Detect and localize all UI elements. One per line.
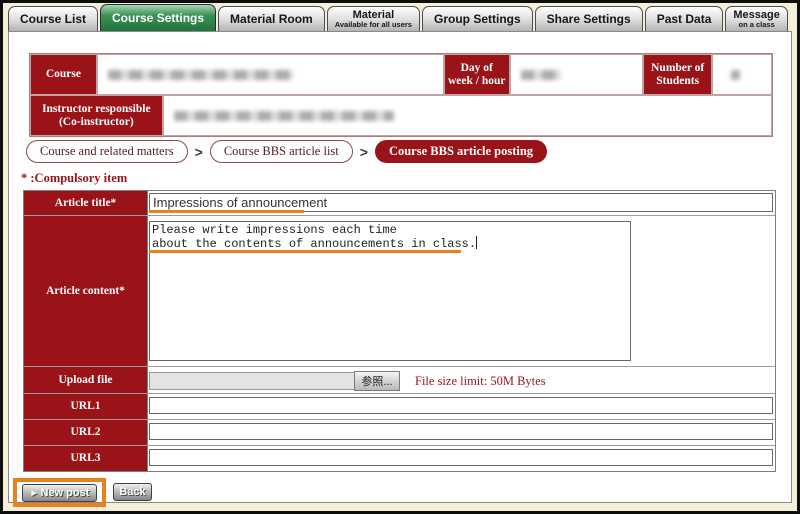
url3-label: URL3: [24, 446, 148, 471]
upload-file-label: Upload file: [24, 367, 148, 393]
instructor-label-cell: Instructor responsible (Co-instructor): [30, 95, 163, 136]
tab-label: Course Settings: [112, 12, 204, 24]
url1-input[interactable]: [149, 397, 773, 414]
url3-field-cell: [148, 446, 775, 471]
tab-label: Group Settings: [434, 13, 521, 25]
course-value-cell: [97, 54, 444, 95]
url2-input[interactable]: [149, 423, 773, 440]
breadcrumb-separator: >: [195, 144, 203, 160]
course-info-row-1: Course Day of week / hour Number of Stud…: [30, 54, 772, 95]
students-count-redacted: [731, 70, 740, 80]
url2-label: URL2: [24, 420, 148, 445]
tab-course-list[interactable]: Course List: [8, 6, 98, 31]
annotation-underline-content: [149, 250, 461, 253]
upload-file-field-cell: 参照... File size limit: 50M Bytes: [148, 367, 775, 393]
tab-group-settings[interactable]: Group Settings: [422, 6, 533, 31]
text-cursor: [476, 236, 477, 249]
instructor-value-cell: [163, 95, 772, 136]
article-content-textarea[interactable]: Please write impressions each time about…: [149, 221, 631, 361]
new-post-button-label: New post: [41, 487, 90, 499]
tab-label: Material Room: [230, 13, 313, 25]
students-label-cell: Number of Students: [643, 54, 712, 95]
tab-label: Share Settings: [547, 13, 631, 25]
file-input-group: 参照... File size limit: 50M Bytes: [149, 371, 775, 391]
article-posting-form: Article title* Article content* Please w…: [23, 190, 776, 472]
url1-label: URL1: [24, 394, 148, 419]
tab-label: Past Data: [657, 13, 712, 25]
url2-field-cell: [148, 420, 775, 445]
breadcrumb-course-bbs-article-list[interactable]: Course BBS article list: [210, 140, 353, 163]
tab-material[interactable]: Material Available for all users: [327, 6, 420, 31]
day-of-week-redacted: [521, 70, 561, 80]
day-of-week-value-cell: [510, 54, 644, 95]
article-content-row: Article content* Please write impression…: [24, 215, 775, 366]
annotation-highlight-box: ► New post: [13, 478, 106, 507]
tab-bar: Course List Course Settings Material Roo…: [8, 4, 790, 31]
tab-past-data[interactable]: Past Data: [645, 6, 724, 31]
tab-label: Course List: [20, 13, 86, 25]
breadcrumb-course-bbs-article-posting: Course BBS article posting: [375, 140, 547, 163]
article-content-label: Article content*: [24, 216, 148, 366]
breadcrumb-course-and-related-matters[interactable]: Course and related matters: [26, 140, 188, 163]
file-path-field[interactable]: [149, 372, 355, 390]
students-value-cell: [712, 54, 772, 95]
url2-row: URL2: [24, 419, 775, 445]
compulsory-note: * :Compulsory item: [21, 171, 127, 186]
url1-field-cell: [148, 394, 775, 419]
day-of-week-label-cell: Day of week / hour: [444, 54, 510, 95]
breadcrumb-separator: >: [360, 144, 368, 160]
annotation-underline-title: [149, 210, 304, 213]
course-info-table: Course Day of week / hour Number of Stud…: [29, 53, 773, 137]
content-panel: Course Day of week / hour Number of Stud…: [8, 31, 792, 503]
url3-row: URL3: [24, 445, 775, 471]
course-info-row-2: Instructor responsible (Co-instructor): [30, 95, 772, 136]
article-title-row: Article title*: [24, 191, 775, 215]
tab-sublabel: on a class: [738, 21, 774, 29]
article-content-field-cell: Please write impressions each time about…: [148, 216, 775, 366]
browse-button[interactable]: 参照...: [354, 371, 400, 391]
upload-file-row: Upload file 参照... File size limit: 50M B…: [24, 366, 775, 393]
course-name-redacted: [108, 70, 293, 80]
tab-material-room[interactable]: Material Room: [218, 6, 325, 31]
app-window: Course List Course Settings Material Roo…: [0, 0, 800, 514]
instructor-name-redacted: [174, 111, 394, 121]
url3-input[interactable]: [149, 449, 773, 466]
play-triangle-icon: ►: [30, 488, 39, 498]
article-title-label: Article title*: [24, 191, 148, 215]
course-label-cell: Course: [30, 54, 97, 95]
tab-share-settings[interactable]: Share Settings: [535, 6, 643, 31]
back-button[interactable]: Back: [113, 483, 152, 501]
new-post-button[interactable]: ► New post: [22, 484, 97, 502]
breadcrumb: Course and related matters > Course BBS …: [26, 140, 554, 163]
tab-course-settings[interactable]: Course Settings: [100, 4, 216, 31]
url1-row: URL1: [24, 393, 775, 419]
file-size-limit-note: File size limit: 50M Bytes: [415, 374, 546, 389]
tab-message[interactable]: Message on a class: [725, 6, 787, 31]
tab-sublabel: Available for all users: [335, 21, 412, 29]
